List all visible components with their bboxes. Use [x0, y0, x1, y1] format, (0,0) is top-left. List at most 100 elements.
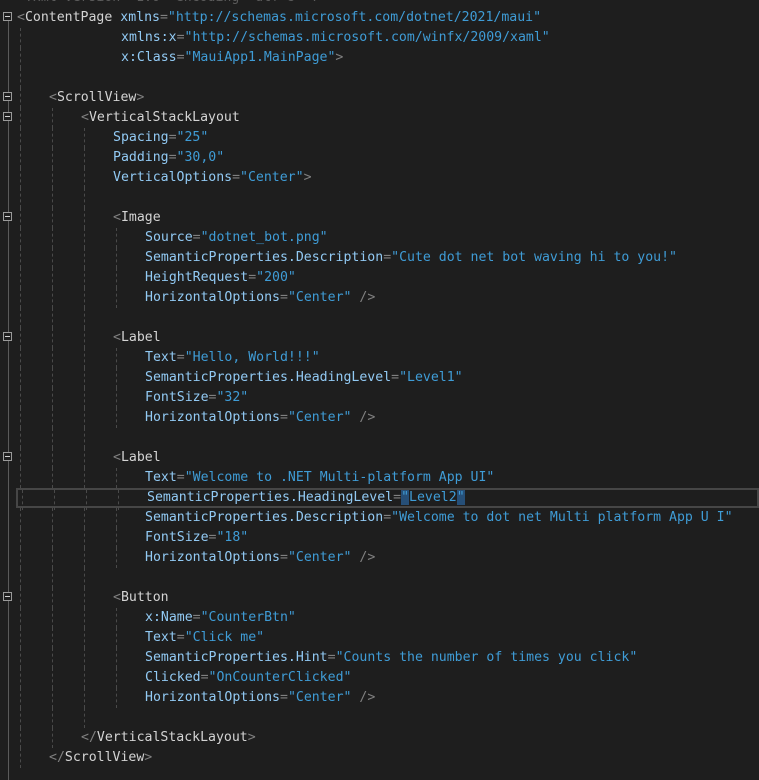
code-line[interactable]: [0, 428, 759, 448]
attribute-value: "32": [216, 390, 249, 405]
indent-guide: [20, 308, 21, 328]
xml-declaration: <?xml version="1.0" encoding="utf-8" ?>: [17, 0, 327, 5]
code-line[interactable]: xmlns:x="http://schemas.microsoft.com/wi…: [0, 28, 759, 48]
code-line[interactable]: x:Class="MauiApp1.MainPage">: [0, 48, 759, 68]
current-code-line[interactable]: SemanticProperties.HeadingLevel="Level2": [16, 488, 759, 510]
code-line[interactable]: FontSize="32": [0, 388, 759, 408]
equals-sign: =: [176, 30, 185, 45]
code-line[interactable]: Text="Click me": [0, 628, 759, 648]
code-line[interactable]: Spacing="25": [0, 128, 759, 148]
tag-bracket: />: [351, 290, 376, 305]
code-line[interactable]: [0, 568, 759, 588]
attribute-name: SemanticProperties.HeadingLevel: [145, 370, 392, 385]
equals-sign: =: [393, 490, 402, 505]
equals-sign: =: [168, 150, 177, 165]
attribute-name: Source: [145, 230, 193, 245]
attribute-value: "CounterBtn": [200, 610, 296, 625]
attribute-value: "dotnet_bot.png": [200, 230, 328, 245]
equals-sign: =: [383, 510, 392, 525]
attribute-value: "Click me": [184, 630, 265, 645]
attribute-name: SemanticProperties.Hint: [145, 650, 328, 665]
code-line[interactable]: [0, 308, 759, 328]
code-line[interactable]: </ScrollView>: [0, 748, 759, 768]
code-text: <Label: [17, 328, 161, 348]
element-name: ContentPage: [24, 10, 113, 25]
collapse-icon[interactable]: [3, 92, 12, 101]
code-line[interactable]: <ScrollView>: [0, 88, 759, 108]
code-line[interactable]: [0, 68, 759, 88]
code-text: <Image: [17, 208, 161, 228]
code-line[interactable]: <ContentPage xmlns="http://schemas.micro…: [0, 8, 759, 28]
code-text: SemanticProperties.HeadingLevel="Level1": [17, 368, 463, 388]
code-line[interactable]: <VerticalStackLayout: [0, 108, 759, 128]
code-line[interactable]: <Label: [0, 448, 759, 468]
code-line[interactable]: <Label: [0, 328, 759, 348]
code-line[interactable]: SemanticProperties.Description="Cute dot…: [0, 248, 759, 268]
code-text: SemanticProperties.Description="Welcome …: [17, 508, 733, 528]
attribute-value: "Center": [287, 690, 352, 705]
code-line[interactable]: Text="Welcome to .NET Multi-platform App…: [0, 468, 759, 488]
attribute-name: FontSize: [145, 390, 209, 405]
equals-sign: =: [176, 350, 185, 365]
code-line[interactable]: <Image: [0, 208, 759, 228]
code-text: <Label: [17, 448, 161, 468]
element-name: Label: [120, 330, 161, 345]
attribute-value: "Level1": [399, 370, 463, 385]
code-line[interactable]: HorizontalOptions="Center" />: [0, 288, 759, 308]
indent-guide: [52, 308, 53, 328]
code-text: x:Class="MauiApp1.MainPage">: [17, 48, 343, 68]
code-editor[interactable]: <?xml version="1.0" encoding="utf-8" ?> <…: [0, 0, 759, 780]
code-text: Padding="30,0": [17, 148, 224, 168]
code-line[interactable]: FontSize="18": [0, 528, 759, 548]
code-line[interactable]: <?xml version="1.0" encoding="utf-8" ?>: [0, 0, 759, 8]
code-line[interactable]: HorizontalOptions="Center" />: [0, 548, 759, 568]
code-line[interactable]: <Button: [0, 588, 759, 608]
tag-bracket: >: [144, 750, 153, 765]
code-line[interactable]: Source="dotnet_bot.png": [0, 228, 759, 248]
attribute-value: "Counts the number of times you click": [335, 650, 638, 665]
collapse-icon[interactable]: [3, 332, 12, 341]
attribute-value: "http://schemas.microsoft.com/winfx/2009…: [184, 30, 550, 45]
code-text: <VerticalStackLayout: [17, 108, 240, 128]
tag-bracket: >: [303, 170, 312, 185]
collapse-icon[interactable]: [3, 452, 12, 461]
code-line[interactable]: Text="Hello, World!!!": [0, 348, 759, 368]
attribute-name: SemanticProperties.HeadingLevel: [147, 490, 394, 505]
attribute-name: VerticalOptions: [113, 170, 233, 185]
code-text: SemanticProperties.Description="Cute dot…: [17, 248, 677, 268]
code-line[interactable]: </VerticalStackLayout>: [0, 728, 759, 748]
equals-sign: =: [192, 610, 201, 625]
code-line[interactable]: VerticalOptions="Center">: [0, 168, 759, 188]
selected-quote: ": [456, 490, 465, 505]
code-line[interactable]: Padding="30,0": [0, 148, 759, 168]
tag-bracket: >: [247, 730, 256, 745]
attribute-value: "Center": [287, 290, 352, 305]
indent-guide: [84, 188, 85, 208]
indent-guide: [84, 428, 85, 448]
code-line[interactable]: HeightRequest="200": [0, 268, 759, 288]
code-line[interactable]: x:Name="CounterBtn": [0, 608, 759, 628]
attribute-value: "Hello, World!!!": [184, 350, 320, 365]
code-line[interactable]: SemanticProperties.HeadingLevel="Level1": [0, 368, 759, 388]
element-name: VerticalStackLayout: [88, 110, 240, 125]
collapse-icon[interactable]: [3, 112, 12, 121]
attribute-value: "Welcome to .NET Multi-platform App UI": [184, 470, 495, 485]
collapse-icon[interactable]: [3, 12, 12, 21]
attribute-name: Spacing: [113, 130, 169, 145]
indent-guide: [52, 428, 53, 448]
code-line[interactable]: [0, 188, 759, 208]
collapse-icon[interactable]: [3, 212, 12, 221]
code-line[interactable]: HorizontalOptions="Center" />: [0, 408, 759, 428]
attribute-name: Text: [145, 630, 177, 645]
code-line[interactable]: SemanticProperties.Description="Welcome …: [0, 508, 759, 528]
attribute-name: SemanticProperties.Description: [145, 250, 384, 265]
attribute-name: x:Class: [121, 50, 177, 65]
tag-bracket: />: [351, 690, 376, 705]
code-line[interactable]: [0, 708, 759, 728]
collapse-icon[interactable]: [3, 592, 12, 601]
code-line[interactable]: SemanticProperties.Hint="Counts the numb…: [0, 648, 759, 668]
code-line[interactable]: HorizontalOptions="Center" />: [0, 688, 759, 708]
code-line[interactable]: Clicked="OnCounterClicked": [0, 668, 759, 688]
code-text: </VerticalStackLayout>: [17, 728, 256, 748]
equals-sign: =: [232, 170, 241, 185]
